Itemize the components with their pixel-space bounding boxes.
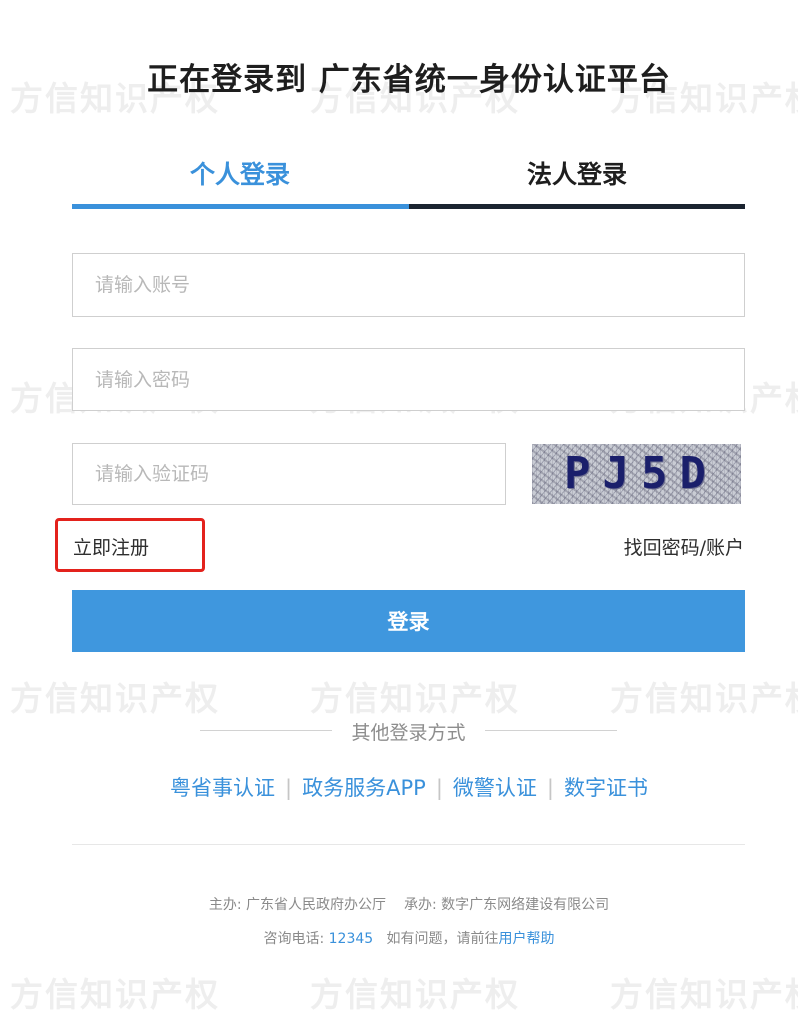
method-separator: | — [435, 776, 443, 800]
login-tabs: 个人登录 法人登录 — [72, 152, 745, 210]
divider-line-right — [485, 730, 617, 731]
footer-contact: 咨询电话: 12345 如有问题，请前往用户帮助 — [0, 928, 798, 948]
captcha-image[interactable]: PJ5D — [532, 444, 741, 504]
watermark: 方信知识产权 — [610, 679, 798, 718]
watermark: 方信知识产权 — [610, 975, 798, 1014]
account-input[interactable] — [73, 254, 744, 316]
login-method-digital-cert[interactable]: 数字证书 — [564, 776, 648, 800]
footer-question-text: 如有问题，请前往 — [386, 931, 499, 947]
register-link[interactable]: 立即注册 — [73, 533, 149, 560]
login-button[interactable]: 登录 — [72, 590, 745, 652]
captcha-field-wrapper — [72, 443, 506, 505]
footer-divider — [72, 844, 745, 845]
tab-active-indicator — [72, 204, 409, 209]
account-field-wrapper — [72, 253, 745, 317]
login-method-yueshengshi[interactable]: 粤省事认证 — [170, 776, 275, 800]
other-login-methods: 粤省事认证 | 政务服务APP | 微警认证 | 数字证书 — [0, 772, 798, 802]
footer-host: 主办: 广东省人民政府办公厅 — [208, 897, 386, 913]
other-login-label: 其他登录方式 — [351, 722, 466, 744]
method-separator: | — [285, 776, 293, 800]
page-title: 正在登录到 广东省统一身份认证平台 — [147, 62, 671, 98]
login-method-police-auth[interactable]: 微警认证 — [453, 776, 537, 800]
watermark: 方信知识产权 — [10, 679, 220, 718]
watermark: 方信知识产权 — [310, 975, 520, 1014]
method-separator: | — [546, 776, 554, 800]
captcha-text: PJ5D — [564, 448, 718, 499]
footer-organizers: 主办: 广东省人民政府办公厅 承办: 数字广东网络建设有限公司 — [0, 894, 798, 914]
footer-hotline-number: 12345 — [328, 931, 374, 947]
password-input[interactable] — [73, 349, 744, 410]
footer-contractor: 承办: 数字广东网络建设有限公司 — [404, 897, 610, 913]
password-field-wrapper — [72, 348, 745, 411]
tab-legal-person-login[interactable]: 法人登录 — [409, 152, 745, 198]
divider-line-left — [200, 730, 332, 731]
footer-hotline-label: 咨询电话: — [263, 931, 325, 947]
user-help-link[interactable]: 用户帮助 — [499, 931, 555, 947]
watermark: 方信知识产权 — [310, 679, 520, 718]
captcha-input[interactable] — [73, 444, 505, 504]
watermark: 方信知识产权 — [10, 975, 220, 1014]
forgot-password-link[interactable]: 找回密码/账户 — [624, 533, 744, 560]
tab-personal-login[interactable]: 个人登录 — [72, 152, 408, 198]
login-method-gov-app[interactable]: 政务服务APP — [302, 776, 426, 800]
tab-inactive-indicator — [409, 204, 745, 209]
